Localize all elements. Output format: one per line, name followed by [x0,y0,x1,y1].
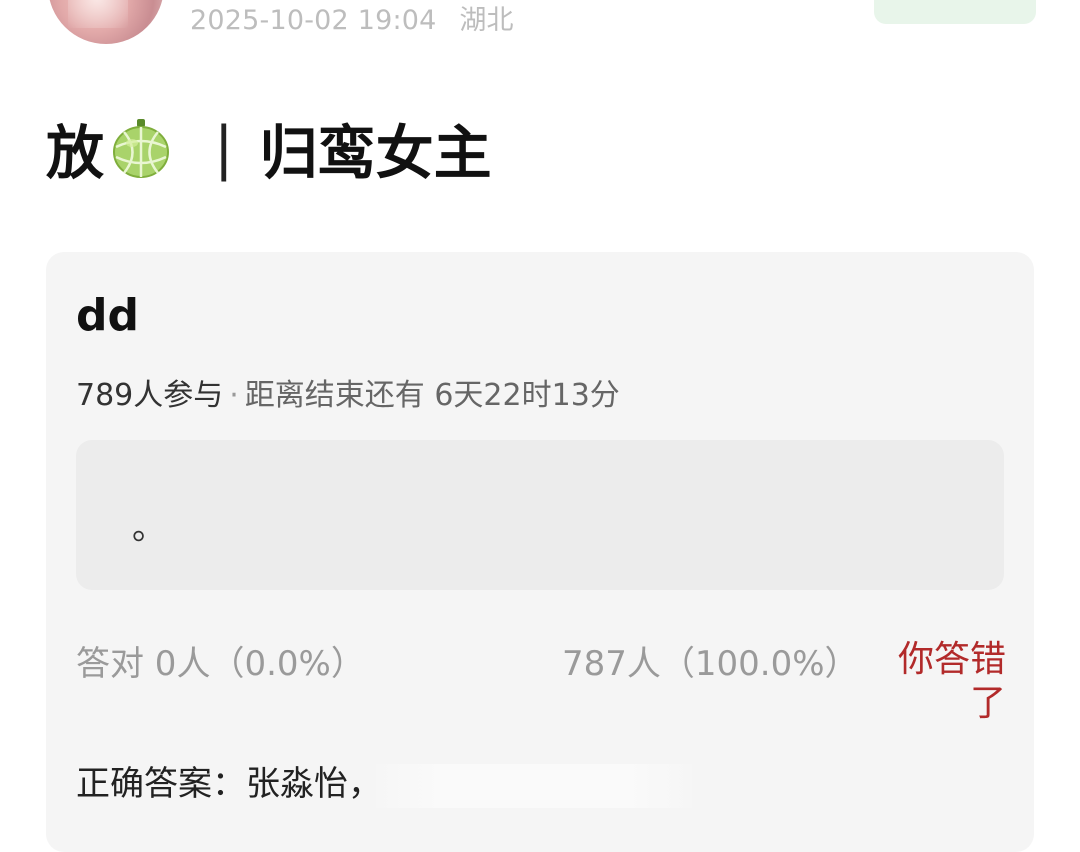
correct-answer: 正确答案：张淼怡， [76,756,692,808]
wrong-stats: 787人（100.0%） [562,644,859,684]
participants-count: 789人参与 [76,378,224,413]
stats-separator: · [229,378,239,413]
post-location: 湖北 [459,5,514,36]
question-text: 。 [132,508,166,548]
time-remaining: 距离结束还有 6天22时13分 [244,378,620,413]
correct-stats: 答对 0人（0.0%） [76,644,365,684]
question-box [76,440,1004,590]
post-title: 放 | 归鸾女主 [46,106,492,190]
title-main: 归鸾女主 [259,119,492,187]
avatar[interactable] [48,0,164,44]
title-separator: | [214,114,234,182]
post-datetime: 2025-10-02 19:04 [190,5,437,36]
answer-text: 正确答案：张淼怡， [76,764,382,804]
follow-button[interactable] [874,0,1036,24]
post-meta: 2025-10-02 19:04 湖北 [190,0,514,37]
redacted-area [376,763,692,808]
melon-icon [110,117,172,179]
quiz-title: dd [76,290,139,341]
quiz-stats: 789人参与 · 距离结束还有 6天22时13分 [76,370,620,414]
title-prefix: 放 [46,119,105,187]
result-label: 你答错了 [897,639,1006,724]
